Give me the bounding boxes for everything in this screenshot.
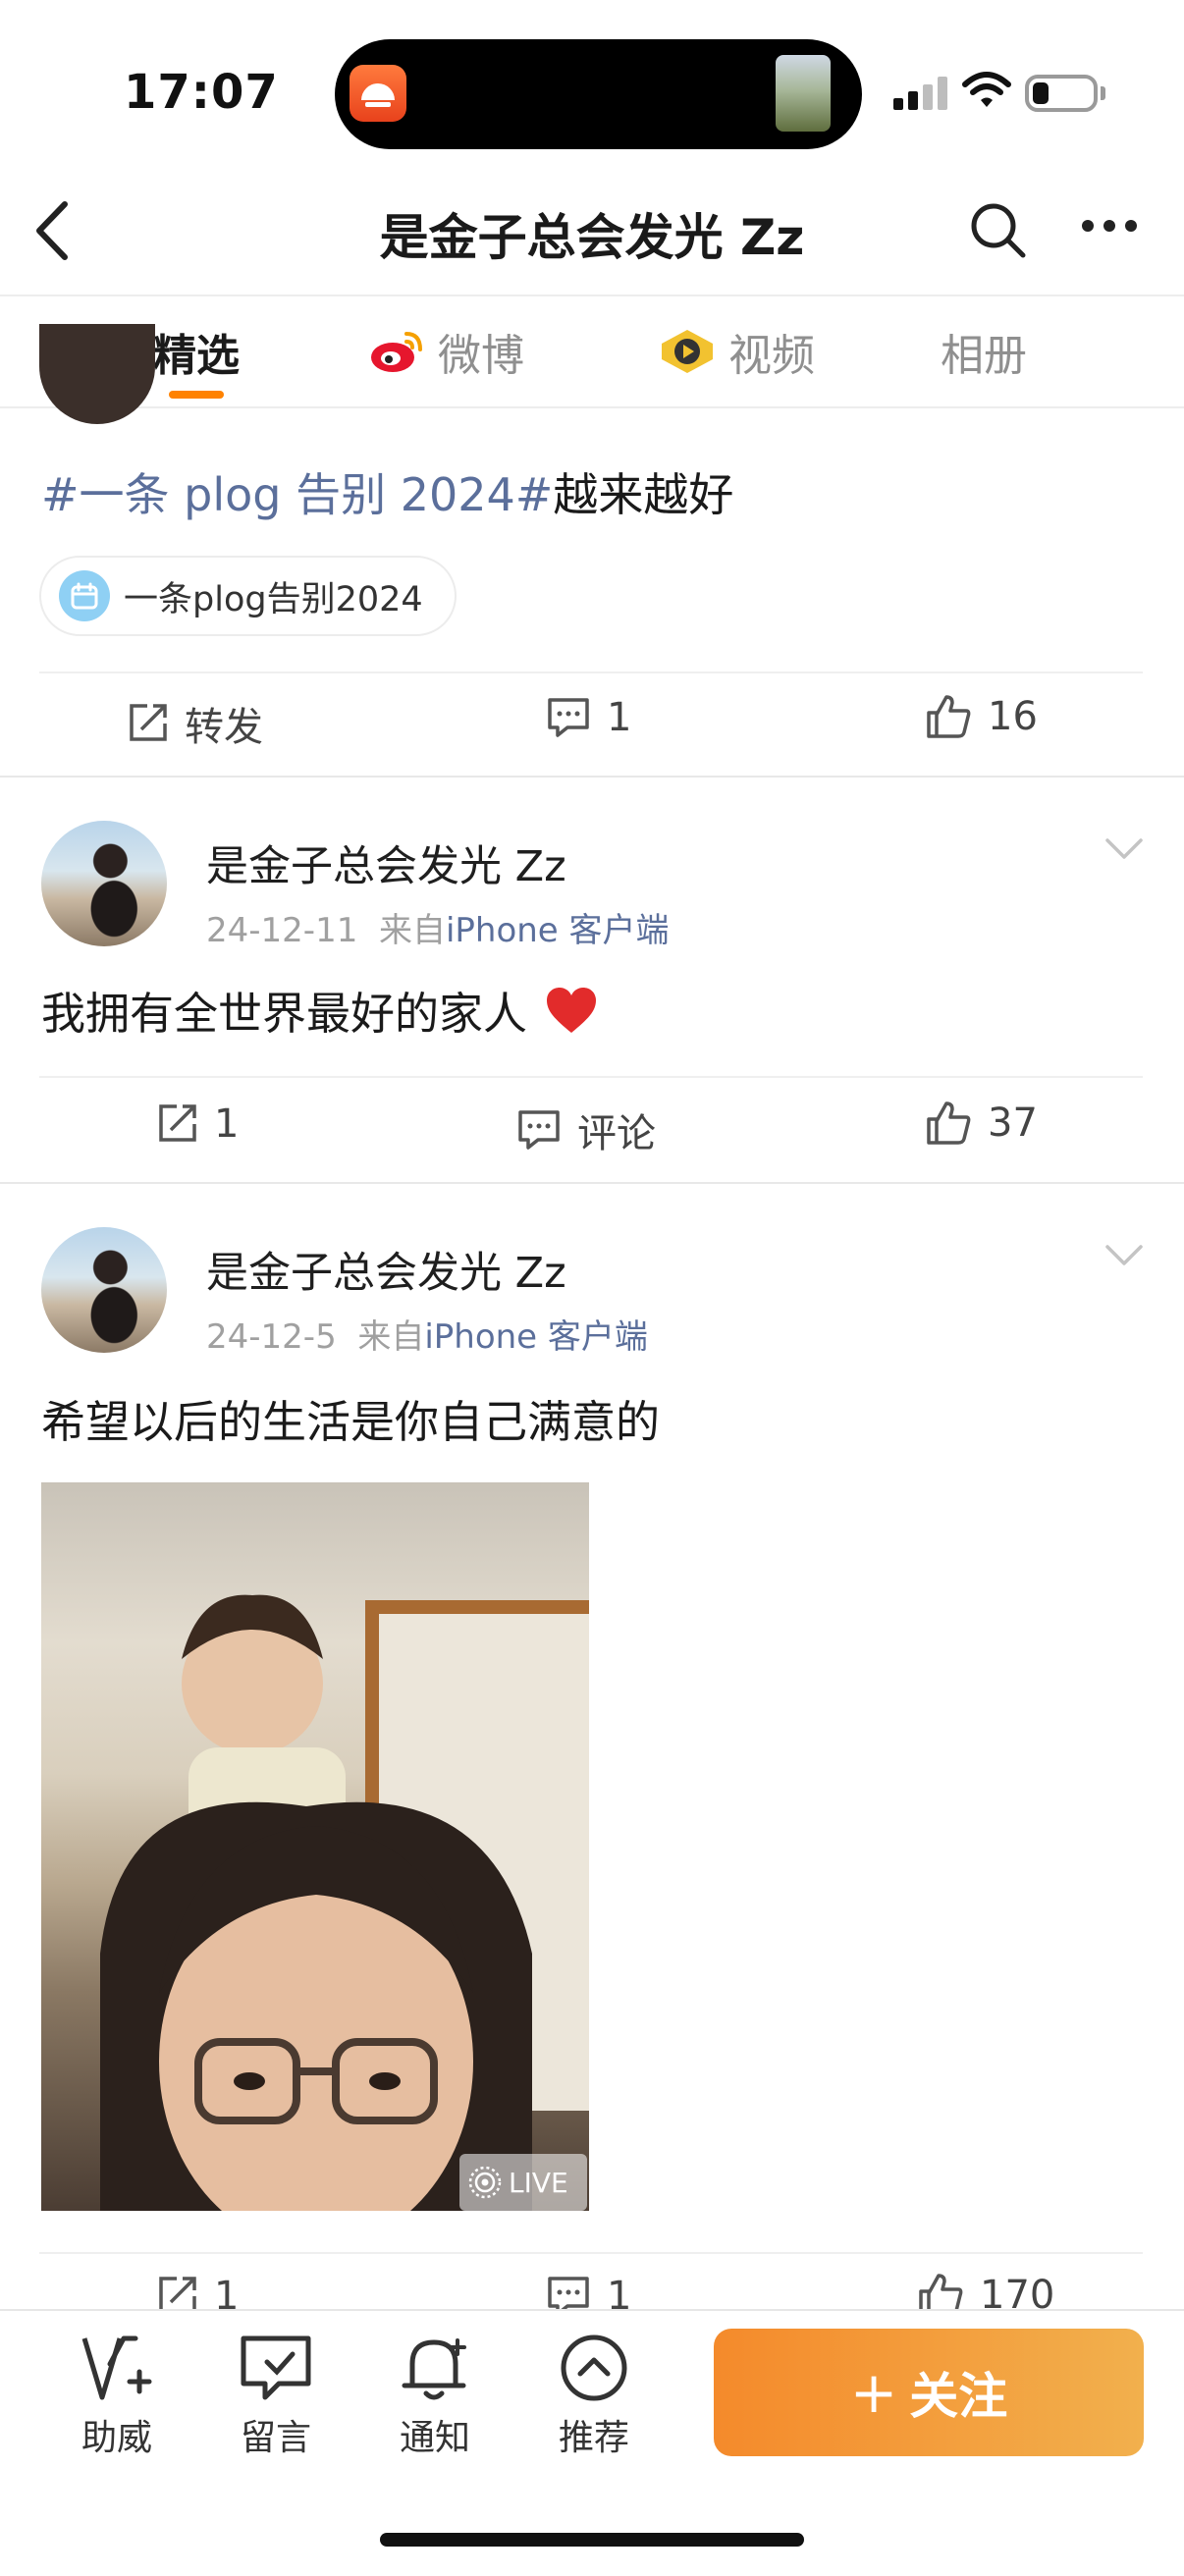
recommend-button[interactable]: 推荐 bbox=[540, 2333, 648, 2460]
message-button[interactable]: 留言 bbox=[222, 2333, 330, 2460]
bell-icon bbox=[402, 2338, 466, 2400]
status-time: 17:07 bbox=[124, 65, 279, 120]
toolbar-label: 推荐 bbox=[558, 2418, 629, 2458]
more-button[interactable] bbox=[1080, 218, 1139, 238]
comment-icon bbox=[548, 698, 589, 737]
cheer-button[interactable]: 助威 bbox=[63, 2333, 171, 2460]
comment-button[interactable]: 评论 bbox=[516, 1101, 656, 1158]
tab-video[interactable]: 视频 bbox=[658, 320, 815, 383]
app-activity-icon bbox=[350, 65, 406, 122]
source-prefix: 来自 bbox=[378, 911, 446, 950]
tab-label: 微博 bbox=[438, 331, 524, 381]
like-icon bbox=[927, 695, 971, 738]
topic-chip-label: 一条plog告别2024 bbox=[124, 579, 423, 619]
post-meta: 24-12-5 来自iPhone 客户端 bbox=[206, 1310, 648, 1358]
chevron-down-icon bbox=[1105, 1245, 1143, 1265]
avatar[interactable] bbox=[39, 324, 155, 424]
follow-label: 关注 bbox=[909, 2368, 1008, 2425]
follow-button[interactable]: + 关注 bbox=[714, 2329, 1144, 2456]
video-icon bbox=[662, 330, 713, 373]
tab-weibo[interactable]: 微博 bbox=[369, 320, 524, 383]
battery-tip bbox=[1101, 86, 1105, 100]
like-count: 16 bbox=[988, 694, 1038, 739]
post-text: 我拥有全世界最好的家人 bbox=[41, 978, 598, 1046]
wifi-icon bbox=[962, 71, 1011, 114]
tabs-divider bbox=[0, 406, 1184, 408]
live-photo-badge: LIVE bbox=[459, 2154, 587, 2211]
tab-album[interactable]: 相册 bbox=[941, 320, 1027, 383]
message-icon bbox=[241, 2335, 311, 2400]
author-name[interactable]: 是金子总会发光 Zz bbox=[206, 832, 566, 893]
comment-count: 1 bbox=[607, 695, 632, 740]
like-icon bbox=[927, 1101, 971, 1145]
toolbar-label: 通知 bbox=[399, 2418, 470, 2458]
topic-chip[interactable]: 一条plog告别2024 bbox=[39, 556, 457, 636]
comment-label: 评论 bbox=[577, 1111, 656, 1156]
cellular-signal-icon bbox=[893, 77, 954, 114]
post-source[interactable]: iPhone 客户端 bbox=[446, 911, 670, 950]
post-text: #一条 plog 告别 2024#越来越好 bbox=[41, 459, 733, 524]
post-menu-button[interactable] bbox=[1103, 836, 1145, 866]
post-photo[interactable] bbox=[41, 1482, 589, 2211]
calendar-icon bbox=[59, 570, 110, 621]
post-text-body: 我拥有全世界最好的家人 bbox=[41, 988, 528, 1040]
avatar[interactable] bbox=[41, 821, 167, 946]
divider bbox=[39, 671, 1143, 673]
like-button[interactable]: 16 bbox=[925, 693, 1038, 740]
tab-label: 视频 bbox=[728, 331, 815, 381]
repost-label: 转发 bbox=[185, 705, 263, 750]
search-icon bbox=[971, 203, 1026, 258]
toolbar-label: 助威 bbox=[81, 2418, 152, 2458]
hashtag-link[interactable]: #一条 plog 告别 2024# bbox=[41, 468, 553, 521]
home-indicator[interactable] bbox=[380, 2533, 804, 2547]
chevron-down-icon bbox=[1105, 838, 1143, 859]
photo-content bbox=[100, 1594, 589, 2211]
tab-featured[interactable]: 精选 bbox=[153, 320, 240, 383]
comment-button[interactable]: 1 bbox=[546, 695, 631, 740]
repost-icon bbox=[130, 704, 167, 741]
battery-icon bbox=[1025, 75, 1098, 112]
repost-count: 1 bbox=[214, 1101, 240, 1147]
live-photo-icon bbox=[468, 2166, 502, 2199]
active-tab-indicator bbox=[169, 391, 224, 399]
post-separator bbox=[0, 1182, 1184, 1184]
now-playing-artwork bbox=[776, 55, 831, 132]
recommend-icon bbox=[561, 2334, 627, 2401]
source-prefix: 来自 bbox=[357, 1317, 425, 1357]
post-meta: 24-12-11 来自iPhone 客户端 bbox=[206, 903, 670, 951]
more-icon bbox=[1082, 220, 1137, 232]
author-name[interactable]: 是金子总会发光 Zz bbox=[206, 1239, 566, 1300]
repost-button[interactable]: 1 bbox=[155, 1101, 239, 1147]
plus-icon: + bbox=[849, 2359, 898, 2426]
notify-button[interactable]: 通知 bbox=[381, 2333, 489, 2460]
weibo-icon bbox=[371, 332, 422, 372]
tab-label: 精选 bbox=[153, 331, 240, 381]
divider bbox=[39, 2252, 1143, 2254]
cheer-icon bbox=[81, 2335, 152, 2400]
tab-label: 相册 bbox=[941, 331, 1027, 381]
post-text-body: 越来越好 bbox=[553, 468, 734, 521]
toolbar-label: 留言 bbox=[240, 2418, 311, 2458]
divider bbox=[39, 1076, 1143, 1078]
live-label: LIVE bbox=[509, 2166, 568, 2199]
avatar[interactable] bbox=[41, 1227, 167, 1353]
nav-divider bbox=[0, 295, 1184, 296]
post-menu-button[interactable] bbox=[1103, 1243, 1145, 1272]
post-source[interactable]: iPhone 客户端 bbox=[424, 1317, 648, 1357]
comment-icon bbox=[518, 1110, 560, 1150]
post-date: 24-12-5 bbox=[206, 1317, 337, 1357]
like-count: 37 bbox=[988, 1100, 1038, 1146]
post-date: 24-12-11 bbox=[206, 911, 358, 950]
post-text: 希望以后的生活是你自己满意的 bbox=[41, 1396, 661, 1448]
like-button[interactable]: 37 bbox=[925, 1100, 1038, 1147]
post-separator bbox=[0, 776, 1184, 778]
heart-icon bbox=[545, 986, 598, 1046]
repost-icon bbox=[159, 1104, 196, 1142]
repost-button[interactable]: 转发 bbox=[126, 695, 263, 752]
search-button[interactable] bbox=[968, 200, 1029, 265]
